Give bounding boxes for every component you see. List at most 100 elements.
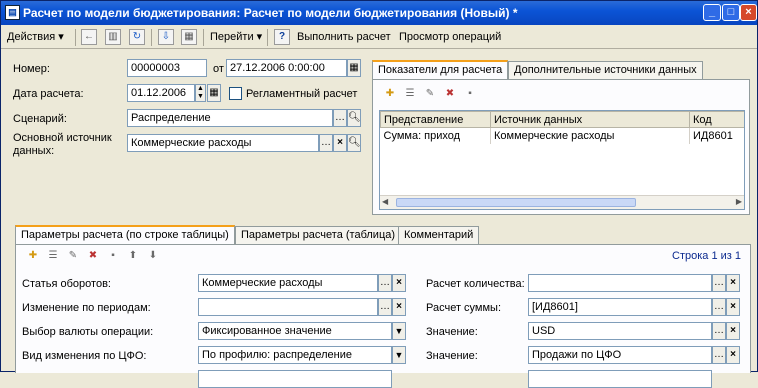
post-document-icon[interactable]: ⇩: [158, 29, 174, 45]
select-ellipsis-icon[interactable]: …: [333, 109, 347, 127]
back-arrow-icon[interactable]: ←: [81, 29, 97, 45]
delete-row-icon[interactable]: ✖: [86, 249, 100, 263]
indicators-grid[interactable]: Представление Источник данных Код Сумма:…: [379, 110, 745, 210]
table-cell: Сумма: приход: [380, 127, 491, 144]
maximize-button[interactable]: □: [722, 4, 740, 21]
tab-params-row[interactable]: Параметры расчета (по строке таблицы): [15, 225, 235, 244]
edit-row-icon[interactable]: ✎: [66, 249, 80, 263]
toolbar-separator: [203, 29, 204, 46]
currency-choice-label: Выбор валюты операции:: [22, 326, 154, 338]
close-button[interactable]: ×: [740, 4, 757, 21]
column-header[interactable]: Код: [689, 111, 744, 128]
table-row[interactable]: Сумма: приход Коммерческие расходы ИД860…: [380, 127, 744, 144]
add-row-icon[interactable]: ✚: [383, 87, 397, 101]
sum-calc-field[interactable]: [ИД8601]: [528, 298, 712, 316]
cfo-change-label: Вид изменения по ЦФО:: [22, 350, 147, 362]
add-row-icon[interactable]: ✚: [26, 249, 40, 263]
tab-indicators[interactable]: Показатели для расчета: [372, 60, 509, 79]
move-down-icon[interactable]: ⬇: [146, 249, 160, 263]
end-edit-icon[interactable]: ▪: [463, 87, 477, 101]
currency-value-field[interactable]: USD: [528, 322, 712, 340]
calc-date-field[interactable]: 01.12.2006: [127, 84, 195, 102]
clear-icon[interactable]: ×: [726, 298, 740, 316]
toolbar-separator: [151, 29, 152, 46]
run-calculation-button[interactable]: Выполнить расчет: [297, 28, 391, 46]
toolbar-separator: [267, 29, 268, 46]
open-search-icon[interactable]: 🔍︎: [347, 134, 361, 152]
clear-icon[interactable]: ×: [333, 134, 347, 152]
quantity-calc-field[interactable]: [528, 274, 712, 292]
tab-additional-sources[interactable]: Дополнительные источники данных: [508, 61, 703, 79]
open-search-icon[interactable]: 🔍︎: [347, 109, 361, 127]
document-window: ▤ Расчет по модели бюджетирования: Расче…: [0, 0, 758, 388]
main-source-field[interactable]: Коммерческие расходы: [127, 134, 319, 152]
main-source-label: Основной источник: [13, 132, 112, 144]
turnover-item-label: Статья оборотов:: [22, 278, 111, 290]
clear-icon[interactable]: ×: [726, 346, 740, 364]
row-counter: Строка 1 из 1: [672, 250, 741, 262]
document-date-field[interactable]: 27.12.2006 0:00:00: [226, 59, 347, 77]
horizontal-scrollbar[interactable]: ◀ ▶: [380, 195, 744, 209]
delete-row-icon[interactable]: ✖: [443, 87, 457, 101]
from-label: от: [213, 63, 224, 75]
end-edit-icon[interactable]: ▪: [106, 249, 120, 263]
scenario-label: Сценарий:: [13, 113, 67, 125]
select-ellipsis-icon[interactable]: …: [712, 274, 726, 292]
table-cell: Коммерческие расходы: [490, 127, 690, 144]
params-tabbar: Параметры расчета (по строке таблицы) Па…: [15, 225, 745, 244]
column-header[interactable]: Представление: [380, 111, 491, 128]
currency-choice-select[interactable]: Фиксированное значение: [198, 322, 392, 340]
chevron-down-icon[interactable]: ▼: [392, 346, 406, 364]
turnover-item-field[interactable]: Коммерческие расходы: [198, 274, 378, 292]
minimize-button[interactable]: _: [703, 4, 721, 21]
table-cell: ИД8601: [689, 127, 744, 144]
cancel-post-icon[interactable]: ▦: [181, 29, 197, 45]
next-field[interactable]: [198, 370, 392, 388]
view-operations-button[interactable]: Просмотр операций: [399, 28, 501, 46]
value-label: Значение:: [426, 326, 478, 338]
actions-menu[interactable]: Действия ▾: [7, 28, 64, 46]
scenario-field[interactable]: Распределение: [127, 109, 333, 127]
select-ellipsis-icon[interactable]: …: [712, 298, 726, 316]
column-header[interactable]: Источник данных: [490, 111, 690, 128]
edit-row-icon[interactable]: ✎: [423, 87, 437, 101]
goto-menu[interactable]: Перейти ▾: [210, 28, 262, 46]
tab-comment[interactable]: Комментарий: [398, 226, 480, 244]
scroll-left-icon[interactable]: ◀: [382, 197, 388, 206]
select-ellipsis-icon[interactable]: …: [319, 134, 333, 152]
tab-params-table[interactable]: Параметры расчета (таблица): [235, 226, 402, 244]
reglament-label: Регламентный расчет: [246, 88, 358, 100]
value-label: Значение:: [426, 350, 478, 362]
select-ellipsis-icon[interactable]: …: [712, 322, 726, 340]
form-icon: ▤: [5, 5, 20, 20]
copy-row-icon[interactable]: ☰: [46, 249, 60, 263]
clear-icon[interactable]: ×: [726, 274, 740, 292]
copy-row-icon[interactable]: ☰: [403, 87, 417, 101]
period-change-label: Изменение по периодам:: [22, 302, 151, 314]
clear-icon[interactable]: ×: [392, 298, 406, 316]
select-ellipsis-icon[interactable]: …: [378, 274, 392, 292]
clear-icon[interactable]: ×: [726, 322, 740, 340]
number-field[interactable]: 00000003: [127, 59, 207, 77]
move-up-icon[interactable]: ⬆: [126, 249, 140, 263]
chevron-down-icon[interactable]: ▼: [392, 322, 406, 340]
indicators-tabbar: Показатели для расчета Дополнительные ис…: [372, 60, 752, 79]
cfo-change-select[interactable]: По профилю: распределение: [198, 346, 392, 364]
sum-calc-label: Расчет суммы:: [426, 302, 502, 314]
next-field[interactable]: [528, 370, 712, 388]
select-ellipsis-icon[interactable]: …: [378, 298, 392, 316]
date-spin-icon[interactable]: ▲ ▼: [195, 84, 206, 102]
copy-icon[interactable]: ▥: [105, 29, 121, 45]
params-panel: ✚ ☰ ✎ ✖ ▪ ⬆ ⬇ Строка 1 из 1 Статья оборо…: [15, 244, 751, 388]
scrollbar-thumb[interactable]: [396, 198, 636, 207]
help-icon[interactable]: ?: [274, 29, 290, 45]
refresh-icon[interactable]: ↻: [129, 29, 145, 45]
period-change-field[interactable]: [198, 298, 378, 316]
clear-icon[interactable]: ×: [392, 274, 406, 292]
reglament-checkbox[interactable]: [229, 87, 242, 100]
scroll-right-icon[interactable]: ▶: [736, 197, 742, 206]
calendar-icon[interactable]: ▦: [347, 59, 361, 77]
calendar-icon[interactable]: ▦: [207, 84, 221, 102]
select-ellipsis-icon[interactable]: …: [712, 346, 726, 364]
profile-value-field[interactable]: Продажи по ЦФО: [528, 346, 712, 364]
